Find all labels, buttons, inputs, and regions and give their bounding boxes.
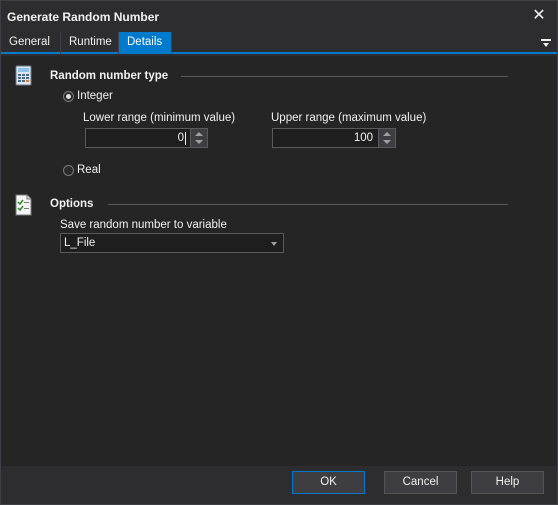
window-title: Generate Random Number xyxy=(7,10,160,24)
ok-button[interactable]: OK xyxy=(292,471,365,494)
cancel-button[interactable]: Cancel xyxy=(384,471,457,494)
upper-range-stepper[interactable] xyxy=(378,129,395,147)
tab-details[interactable]: Details xyxy=(119,32,172,54)
chevron-down-icon[interactable] xyxy=(271,242,277,246)
section-divider xyxy=(108,204,508,205)
dialog-window: Generate Random Number ✕ General Runtime… xyxy=(0,0,558,505)
real-radio[interactable] xyxy=(63,165,74,176)
variable-select[interactable]: L_File xyxy=(60,233,284,253)
tab-general[interactable]: General xyxy=(1,32,61,54)
real-label: Real xyxy=(77,164,101,176)
spin-down-icon[interactable] xyxy=(195,140,203,144)
integer-label: Integer xyxy=(77,90,113,102)
title-bar: Generate Random Number ✕ xyxy=(1,1,557,32)
details-panel: Random number type Integer Lower range (… xyxy=(1,56,557,466)
checklist-icon xyxy=(14,194,34,216)
lower-range-stepper[interactable] xyxy=(190,129,207,147)
upper-range-input[interactable]: 100 xyxy=(272,128,396,148)
upper-range-label: Upper range (maximum value) xyxy=(271,112,427,124)
section-divider xyxy=(181,76,508,77)
button-bar: OK Cancel Help xyxy=(1,466,557,504)
text-caret xyxy=(185,132,186,145)
spin-up-icon[interactable] xyxy=(383,132,391,136)
tab-runtime[interactable]: Runtime xyxy=(61,32,119,54)
options-heading: Options xyxy=(50,198,94,210)
random-type-heading: Random number type xyxy=(50,70,169,82)
lower-range-value: 0 xyxy=(177,132,184,144)
tab-menu-icon[interactable] xyxy=(541,36,551,48)
lower-range-label: Lower range (minimum value) xyxy=(83,112,236,124)
spin-down-icon[interactable] xyxy=(383,140,391,144)
upper-range-value: 100 xyxy=(353,132,373,144)
integer-radio[interactable] xyxy=(63,91,74,102)
help-button[interactable]: Help xyxy=(471,471,544,494)
close-icon[interactable]: ✕ xyxy=(531,7,547,25)
variable-select-value: L_File xyxy=(64,237,96,249)
spin-up-icon[interactable] xyxy=(195,132,203,136)
tab-bar: General Runtime Details xyxy=(1,32,557,54)
lower-range-input[interactable]: 0 xyxy=(85,128,208,148)
calculator-icon xyxy=(14,65,34,87)
save-variable-label: Save random number to variable xyxy=(60,219,227,231)
